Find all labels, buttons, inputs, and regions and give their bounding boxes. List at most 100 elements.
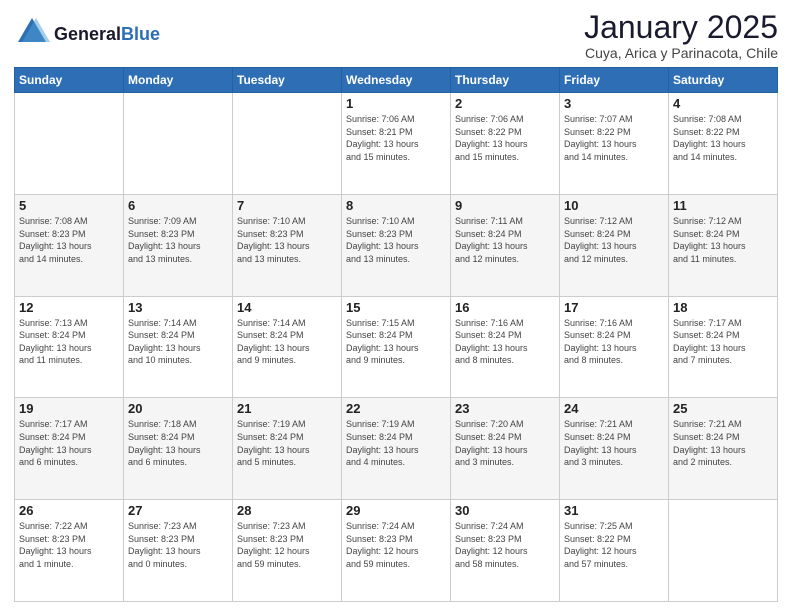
table-row — [15, 93, 124, 195]
col-thursday: Thursday — [451, 68, 560, 93]
table-row: 19Sunrise: 7:17 AMSunset: 8:24 PMDayligh… — [15, 398, 124, 500]
table-row: 4 Sunrise: 7:08 AMSunset: 8:22 PMDaylight… — [669, 93, 778, 195]
day-info: Sunrise: 7:21 AMSunset: 8:24 PMDaylight:… — [564, 418, 664, 468]
day-info: Sunrise: 7:16 AMSunset: 8:24 PMDaylight:… — [455, 317, 555, 367]
day-info: Sunrise: 7:17 AMSunset: 8:24 PMDaylight:… — [673, 317, 773, 367]
day-info: Sunrise: 7:16 AMSunset: 8:24 PMDaylight:… — [564, 317, 664, 367]
table-row: 9Sunrise: 7:11 AMSunset: 8:24 PMDaylight… — [451, 194, 560, 296]
day-info: Sunrise: 7:09 AMSunset: 8:23 PMDaylight:… — [128, 215, 228, 265]
day-number: 13 — [128, 300, 228, 315]
day-info: Sunrise: 7:14 AMSunset: 8:24 PMDaylight:… — [237, 317, 337, 367]
day-info: Sunrise: 7:13 AMSunset: 8:24 PMDaylight:… — [19, 317, 119, 367]
table-row: 24 Sunrise: 7:21 AMSunset: 8:24 PMDayligh… — [560, 398, 669, 500]
day-info: Sunrise: 7:24 AMSunset: 8:23 PMDaylight:… — [455, 520, 555, 570]
day-number: 5 — [19, 198, 119, 213]
day-info: Sunrise: 7:19 AMSunset: 8:24 PMDaylight:… — [346, 418, 446, 468]
day-number: 18 — [673, 300, 773, 315]
day-info: Sunrise: 7:10 AMSunset: 8:23 PMDaylight:… — [237, 215, 337, 265]
day-number: 16 — [455, 300, 555, 315]
table-row: 5 Sunrise: 7:08 AMSunset: 8:23 PMDaylight… — [15, 194, 124, 296]
col-tuesday: Tuesday — [233, 68, 342, 93]
col-monday: Monday — [124, 68, 233, 93]
table-row: 8 Sunrise: 7:10 AMSunset: 8:23 PMDaylight… — [342, 194, 451, 296]
table-row — [233, 93, 342, 195]
col-wednesday: Wednesday — [342, 68, 451, 93]
calendar-table: Sunday Monday Tuesday Wednesday Thursday… — [14, 67, 778, 602]
calendar-week-1: 1 Sunrise: 7:06 AMSunset: 8:21 PMDaylight… — [15, 93, 778, 195]
title-section: January 2025 Cuya, Arica y Parinacota, C… — [584, 10, 778, 61]
table-row: 31 Sunrise: 7:25 AMSunset: 8:22 PMDayligh… — [560, 500, 669, 602]
table-row: 13 Sunrise: 7:14 AMSunset: 8:24 PMDayligh… — [124, 296, 233, 398]
day-number: 30 — [455, 503, 555, 518]
table-row — [669, 500, 778, 602]
day-number: 15 — [346, 300, 446, 315]
day-number: 3 — [564, 96, 664, 111]
table-row: 23 Sunrise: 7:20 AMSunset: 8:24 PMDayligh… — [451, 398, 560, 500]
col-friday: Friday — [560, 68, 669, 93]
table-row: 18 Sunrise: 7:17 AMSunset: 8:24 PMDayligh… — [669, 296, 778, 398]
calendar-header-row: Sunday Monday Tuesday Wednesday Thursday… — [15, 68, 778, 93]
day-number: 4 — [673, 96, 773, 111]
day-number: 11 — [673, 198, 773, 213]
col-sunday: Sunday — [15, 68, 124, 93]
day-number: 22 — [346, 401, 446, 416]
table-row: 28 Sunrise: 7:23 AMSunset: 8:23 PMDayligh… — [233, 500, 342, 602]
table-row: 21 Sunrise: 7:19 AMSunset: 8:24 PMDayligh… — [233, 398, 342, 500]
table-row: 2 Sunrise: 7:06 AMSunset: 8:22 PMDaylight… — [451, 93, 560, 195]
day-number: 2 — [455, 96, 555, 111]
table-row: 16 Sunrise: 7:16 AMSunset: 8:24 PMDayligh… — [451, 296, 560, 398]
day-number: 9 — [455, 198, 555, 213]
day-number: 10 — [564, 198, 664, 213]
table-row: 15 Sunrise: 7:15 AMSunset: 8:24 PMDayligh… — [342, 296, 451, 398]
calendar-week-2: 5 Sunrise: 7:08 AMSunset: 8:23 PMDaylight… — [15, 194, 778, 296]
month-title: January 2025 — [584, 10, 778, 45]
day-info: Sunrise: 7:18 AMSunset: 8:24 PMDaylight:… — [128, 418, 228, 468]
day-number: 20 — [128, 401, 228, 416]
calendar-week-4: 19Sunrise: 7:17 AMSunset: 8:24 PMDayligh… — [15, 398, 778, 500]
table-row: 25Sunrise: 7:21 AMSunset: 8:24 PMDayligh… — [669, 398, 778, 500]
day-info: Sunrise: 7:10 AMSunset: 8:23 PMDaylight:… — [346, 215, 446, 265]
day-info: Sunrise: 7:15 AMSunset: 8:24 PMDaylight:… — [346, 317, 446, 367]
day-info: Sunrise: 7:07 AMSunset: 8:22 PMDaylight:… — [564, 113, 664, 163]
day-number: 12 — [19, 300, 119, 315]
day-info: Sunrise: 7:20 AMSunset: 8:24 PMDaylight:… — [455, 418, 555, 468]
day-info: Sunrise: 7:06 AMSunset: 8:22 PMDaylight:… — [455, 113, 555, 163]
header: General Blue January 2025 Cuya, Arica y … — [14, 10, 778, 61]
table-row: 6Sunrise: 7:09 AMSunset: 8:23 PMDaylight… — [124, 194, 233, 296]
day-info: Sunrise: 7:08 AMSunset: 8:23 PMDaylight:… — [19, 215, 119, 265]
calendar-week-5: 26Sunrise: 7:22 AMSunset: 8:23 PMDayligh… — [15, 500, 778, 602]
location: Cuya, Arica y Parinacota, Chile — [584, 45, 778, 61]
page: General Blue January 2025 Cuya, Arica y … — [0, 0, 792, 612]
table-row: 1 Sunrise: 7:06 AMSunset: 8:21 PMDaylight… — [342, 93, 451, 195]
day-number: 21 — [237, 401, 337, 416]
col-saturday: Saturday — [669, 68, 778, 93]
table-row — [124, 93, 233, 195]
day-info: Sunrise: 7:14 AMSunset: 8:24 PMDaylight:… — [128, 317, 228, 367]
table-row: 12 Sunrise: 7:13 AMSunset: 8:24 PMDayligh… — [15, 296, 124, 398]
day-info: Sunrise: 7:23 AMSunset: 8:23 PMDaylight:… — [128, 520, 228, 570]
day-number: 23 — [455, 401, 555, 416]
day-number: 1 — [346, 96, 446, 111]
table-row: 3 Sunrise: 7:07 AMSunset: 8:22 PMDaylight… — [560, 93, 669, 195]
table-row: 14 Sunrise: 7:14 AMSunset: 8:24 PMDayligh… — [233, 296, 342, 398]
table-row: 22 Sunrise: 7:19 AMSunset: 8:24 PMDayligh… — [342, 398, 451, 500]
day-number: 19 — [19, 401, 119, 416]
calendar-week-3: 12 Sunrise: 7:13 AMSunset: 8:24 PMDayligh… — [15, 296, 778, 398]
logo: General Blue — [14, 14, 160, 55]
day-info: Sunrise: 7:23 AMSunset: 8:23 PMDaylight:… — [237, 520, 337, 570]
day-number: 24 — [564, 401, 664, 416]
logo-icon — [14, 14, 50, 50]
day-info: Sunrise: 7:06 AMSunset: 8:21 PMDaylight:… — [346, 113, 446, 163]
day-info: Sunrise: 7:21 AMSunset: 8:24 PMDaylight:… — [673, 418, 773, 468]
day-info: Sunrise: 7:19 AMSunset: 8:24 PMDaylight:… — [237, 418, 337, 468]
day-number: 8 — [346, 198, 446, 213]
day-number: 29 — [346, 503, 446, 518]
day-number: 28 — [237, 503, 337, 518]
table-row: 11Sunrise: 7:12 AMSunset: 8:24 PMDayligh… — [669, 194, 778, 296]
table-row: 10 Sunrise: 7:12 AMSunset: 8:24 PMDayligh… — [560, 194, 669, 296]
day-number: 14 — [237, 300, 337, 315]
day-info: Sunrise: 7:08 AMSunset: 8:22 PMDaylight:… — [673, 113, 773, 163]
day-number: 31 — [564, 503, 664, 518]
day-info: Sunrise: 7:25 AMSunset: 8:22 PMDaylight:… — [564, 520, 664, 570]
day-info: Sunrise: 7:12 AMSunset: 8:24 PMDaylight:… — [564, 215, 664, 265]
